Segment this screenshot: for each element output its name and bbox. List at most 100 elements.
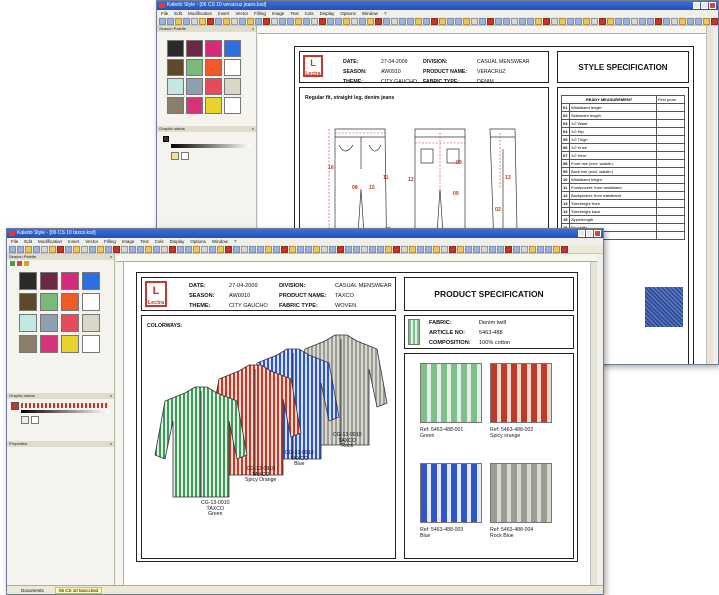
minimize-button[interactable] — [693, 2, 700, 9]
toolbar-button-icon[interactable] — [375, 18, 382, 25]
toolbar-button-icon[interactable] — [105, 246, 112, 253]
toolbar-button-icon[interactable] — [529, 246, 536, 253]
toolbar-button-icon[interactable] — [113, 246, 120, 253]
palette-swatch[interactable] — [19, 335, 37, 353]
toolbar-button-icon[interactable] — [57, 246, 64, 253]
palette-swatch[interactable] — [40, 272, 58, 290]
menu-item[interactable]: Vector — [235, 10, 248, 17]
toolbar-button-icon[interactable] — [415, 18, 422, 25]
front-vertical-scrollbar[interactable] — [590, 262, 597, 587]
palette-swatch[interactable] — [205, 97, 222, 114]
toolbar-button-icon[interactable] — [233, 246, 240, 253]
toolbar-button-icon[interactable] — [479, 18, 486, 25]
palette-tool-icon[interactable] — [17, 261, 22, 266]
toolbar-button-icon[interactable] — [687, 18, 694, 25]
toolbar-button-icon[interactable] — [575, 18, 582, 25]
toolbar-button-icon[interactable] — [495, 18, 502, 25]
row-value[interactable] — [656, 135, 685, 144]
toolbar-button-icon[interactable] — [513, 246, 520, 253]
toolbar-button-icon[interactable] — [559, 18, 566, 25]
toolbar-button-icon[interactable] — [97, 246, 104, 253]
toolbar-button-icon[interactable] — [9, 246, 16, 253]
toolbar-button-icon[interactable] — [73, 246, 80, 253]
palette-swatch[interactable] — [82, 314, 100, 332]
palette-swatch[interactable] — [61, 314, 79, 332]
toolbar-button-icon[interactable] — [561, 246, 568, 253]
palette-swatch[interactable] — [205, 59, 222, 76]
menu-item[interactable]: Edit — [24, 238, 32, 245]
toolbar-button-icon[interactable] — [129, 246, 136, 253]
toolbar-button-icon[interactable] — [327, 18, 334, 25]
toolbar-button-icon[interactable] — [399, 18, 406, 25]
palette-swatch[interactable] — [82, 272, 100, 290]
menu-item[interactable]: ? — [384, 10, 387, 17]
row-value[interactable] — [656, 111, 685, 120]
menu-item[interactable]: Window — [212, 238, 228, 245]
menu-item[interactable]: Display — [170, 238, 185, 245]
toolbar-button-icon[interactable] — [215, 18, 222, 25]
palette-swatch[interactable] — [224, 78, 241, 95]
toolbar-button-icon[interactable] — [241, 246, 248, 253]
menu-item[interactable]: Display — [320, 10, 335, 17]
toolbar-button-icon[interactable] — [481, 246, 488, 253]
toolbar-button-icon[interactable] — [449, 246, 456, 253]
toolbar-button-icon[interactable] — [41, 246, 48, 253]
toolbar-button-icon[interactable] — [671, 18, 678, 25]
toolbar-button-icon[interactable] — [489, 246, 496, 253]
close-button[interactable] — [709, 2, 716, 9]
toolbar-button-icon[interactable] — [423, 18, 430, 25]
documents-tab[interactable]: Documents — [21, 588, 44, 593]
toolbar-button-icon[interactable] — [137, 246, 144, 253]
toolbar-button-icon[interactable] — [407, 18, 414, 25]
maximize-button[interactable] — [586, 230, 593, 237]
toolbar-button-icon[interactable] — [393, 246, 400, 253]
toolbar-button-icon[interactable] — [711, 18, 718, 25]
toolbar-button-icon[interactable] — [361, 246, 368, 253]
toolbar-button-icon[interactable] — [433, 246, 440, 253]
toolbar-button-icon[interactable] — [663, 18, 670, 25]
menu-item[interactable]: Filling — [254, 10, 266, 17]
toolbar-button-icon[interactable] — [599, 18, 606, 25]
toolbar-button-icon[interactable] — [335, 18, 342, 25]
fill-swatch[interactable] — [171, 152, 179, 160]
fabric-swatch[interactable] — [420, 463, 482, 523]
menu-item[interactable]: Text — [290, 10, 298, 17]
toolbar-button-icon[interactable] — [231, 18, 238, 25]
toolbar-button-icon[interactable] — [313, 246, 320, 253]
toolbar-button-icon[interactable] — [351, 18, 358, 25]
palette-swatch[interactable] — [167, 40, 184, 57]
palette-swatch[interactable] — [224, 59, 241, 76]
toolbar-button-icon[interactable] — [545, 246, 552, 253]
toolbar-button-icon[interactable] — [465, 246, 472, 253]
fabric-swatch[interactable] — [490, 463, 552, 523]
toolbar-button-icon[interactable] — [567, 18, 574, 25]
row-value[interactable] — [656, 127, 685, 136]
toolbar-button-icon[interactable] — [655, 18, 662, 25]
toolbar-button-icon[interactable] — [145, 246, 152, 253]
row-value[interactable] — [656, 103, 685, 112]
toolbar-button-icon[interactable] — [249, 246, 256, 253]
toolbar-button-icon[interactable] — [49, 246, 56, 253]
toolbar-button-icon[interactable] — [161, 246, 168, 253]
toolbar-button-icon[interactable] — [463, 18, 470, 25]
toolbar-button-icon[interactable] — [223, 18, 230, 25]
toolbar-button-icon[interactable] — [199, 18, 206, 25]
toolbar-button-icon[interactable] — [391, 18, 398, 25]
toolbar-button-icon[interactable] — [385, 246, 392, 253]
toolbar-button-icon[interactable] — [521, 246, 528, 253]
toolbar-button-icon[interactable] — [263, 18, 270, 25]
toolbar-button-icon[interactable] — [497, 246, 504, 253]
row-value[interactable] — [656, 119, 685, 128]
toolbar-button-icon[interactable] — [487, 18, 494, 25]
palette-swatch[interactable] — [82, 335, 100, 353]
toolbar-button-icon[interactable] — [639, 18, 646, 25]
fabric-swatch[interactable] — [490, 363, 552, 423]
menu-item[interactable]: Modification — [38, 238, 62, 245]
toolbar-button-icon[interactable] — [305, 246, 312, 253]
toolbar-button-icon[interactable] — [303, 18, 310, 25]
menu-item[interactable]: Options — [190, 238, 206, 245]
toolbar-button-icon[interactable] — [65, 246, 72, 253]
row-value[interactable] — [656, 199, 685, 208]
toolbar-button-icon[interactable] — [217, 246, 224, 253]
toolbar-button-icon[interactable] — [383, 18, 390, 25]
